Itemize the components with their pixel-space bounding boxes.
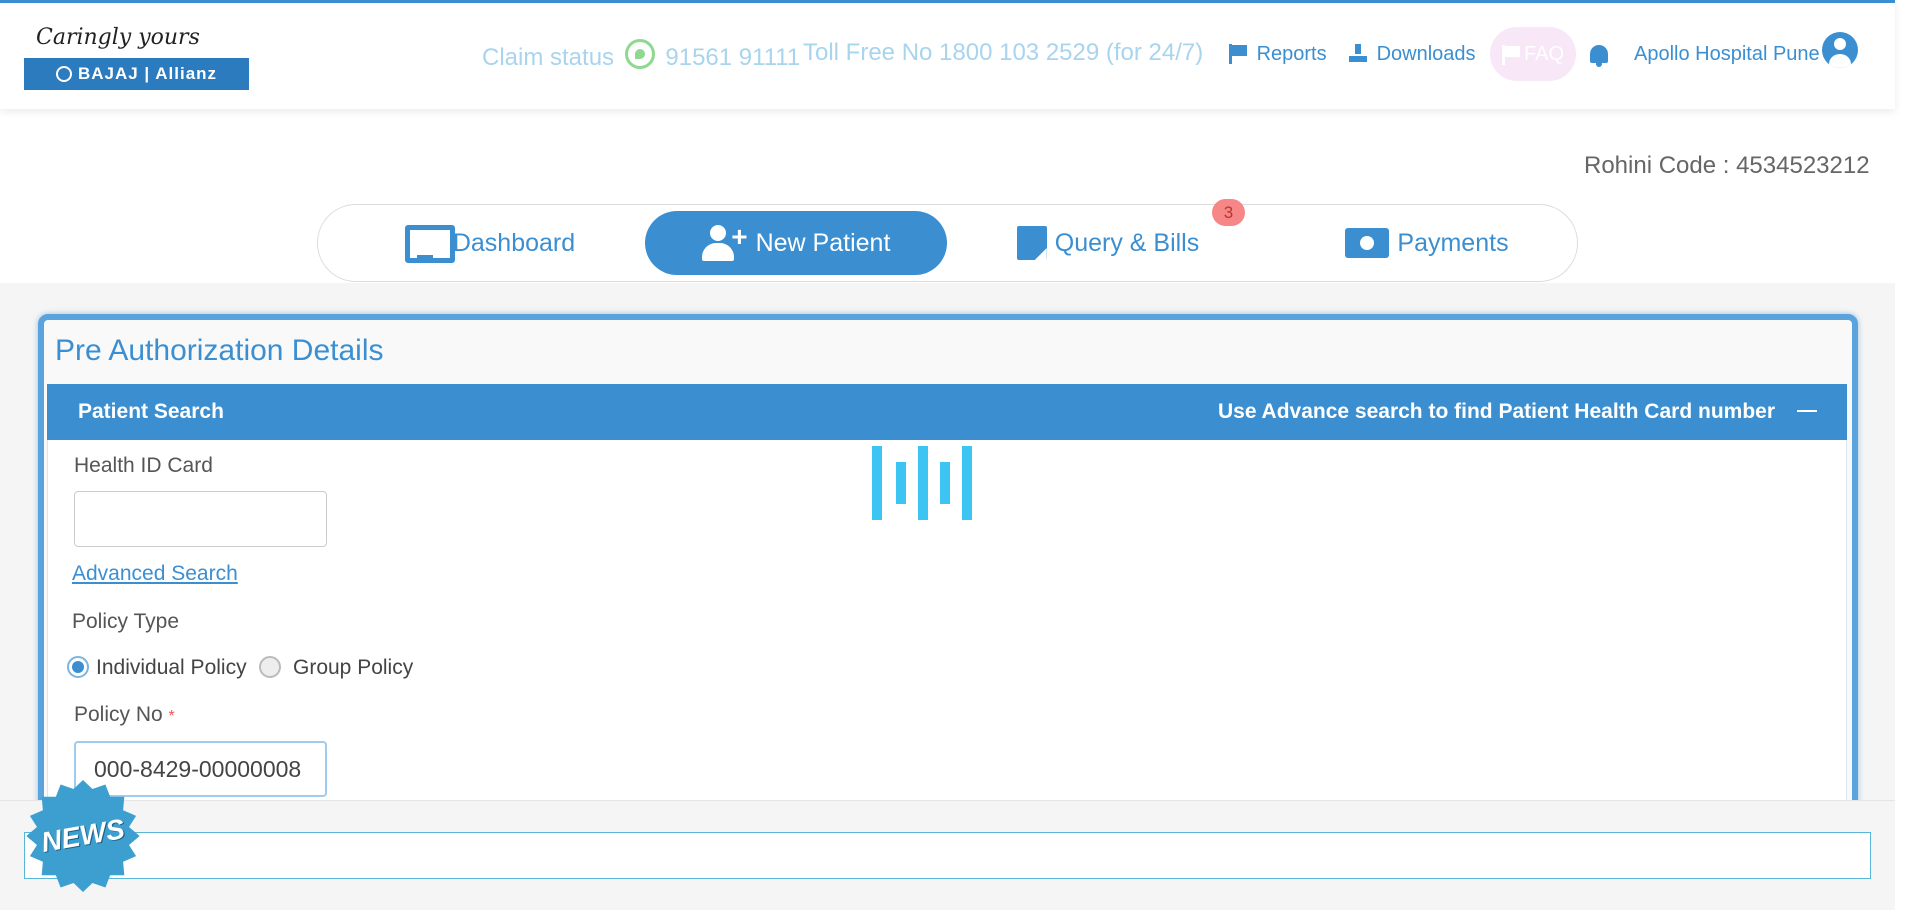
loader-bar [918, 446, 928, 520]
flag-icon [1501, 45, 1520, 65]
tab-label: Query & Bills [1054, 228, 1200, 257]
faq-label: FAQ [1523, 42, 1564, 65]
download-icon [1349, 44, 1367, 62]
whatsapp-icon [624, 39, 655, 69]
top-header: Caringly yours BAJAJ | Allianz Claim sta… [0, 0, 1895, 109]
section-title: Patient Search [78, 400, 224, 423]
bell-icon[interactable] [1590, 45, 1608, 67]
user-avatar-icon[interactable] [1822, 32, 1858, 68]
policy-type-label: Policy Type [72, 610, 179, 633]
advanced-search-link[interactable]: Advanced Search [72, 562, 238, 586]
group-policy-radio[interactable] [259, 656, 281, 678]
reports-label: Reports [1256, 43, 1327, 65]
tab-label: Dashboard [452, 228, 576, 257]
tab-dashboard[interactable]: Dashboard [390, 211, 590, 275]
individual-policy-label[interactable]: Individual Policy [96, 656, 247, 680]
note-icon [1016, 226, 1047, 260]
health-id-label: Health ID Card [74, 454, 213, 477]
logo-brand: BAJAJ | Allianz [24, 58, 249, 90]
monitor-icon [404, 225, 455, 263]
loader-bar [940, 462, 950, 504]
claim-phone: 91561 91111 [665, 44, 801, 71]
section-hint: Use Advance search to find Patient Healt… [1217, 400, 1775, 423]
tab-new-patient[interactable]: + New Patient [645, 211, 947, 275]
rohini-code: Rohini Code : 4534523212 [1584, 152, 1870, 179]
page-title: Pre Authorization Details [55, 334, 384, 367]
reports-link[interactable]: Reports [1229, 43, 1327, 66]
tab-payments[interactable]: Payments [1330, 211, 1524, 275]
flag-icon [1229, 44, 1247, 64]
policy-no-label-text: Policy No [74, 703, 163, 726]
claim-status-label: Claim status [482, 44, 615, 71]
claim-status: Claim status 91561 91111 [482, 39, 800, 72]
bajaj-allianz-logo[interactable]: Caringly yours BAJAJ | Allianz [24, 23, 249, 91]
user-plus-icon: + [701, 223, 748, 261]
loader-bar [896, 462, 906, 504]
toll-free-number: Toll Free No 1800 103 2529 (for 24/7) [803, 39, 1204, 66]
user-name-link[interactable]: Apollo Hospital Pune [1634, 43, 1820, 66]
tab-label: Payments [1397, 228, 1509, 257]
bajaj-emblem-icon [55, 66, 72, 82]
individual-policy-radio[interactable] [67, 656, 89, 678]
news-ticker [24, 832, 1871, 879]
patient-search-header[interactable]: Patient Search Use Advance search to fin… [47, 384, 1847, 440]
news-badge-text: NEWS [38, 812, 127, 859]
money-icon [1345, 228, 1390, 258]
policy-no-input[interactable] [74, 741, 327, 797]
policy-no-label: Policy No * [74, 703, 175, 727]
downloads-link[interactable]: Downloads [1349, 43, 1476, 66]
required-marker: * [168, 708, 175, 725]
loading-spinner [872, 446, 974, 520]
faq-button[interactable]: FAQ [1490, 27, 1576, 81]
logo-tagline: Caringly yours [36, 25, 200, 50]
query-count-badge: 3 [1212, 199, 1245, 226]
logo-brand-text: BAJAJ | Allianz [77, 64, 218, 83]
group-policy-label[interactable]: Group Policy [293, 656, 413, 680]
collapse-icon[interactable] [1797, 410, 1817, 412]
tab-query-bills[interactable]: Query & Bills [1008, 211, 1208, 275]
loader-bar [872, 446, 882, 520]
tab-label: New Patient [755, 228, 891, 257]
main-tabs: Dashboard + New Patient Query & Bills Pa… [317, 204, 1578, 282]
downloads-label: Downloads [1376, 43, 1476, 65]
health-id-input[interactable] [74, 491, 327, 547]
loader-bar [962, 446, 972, 520]
